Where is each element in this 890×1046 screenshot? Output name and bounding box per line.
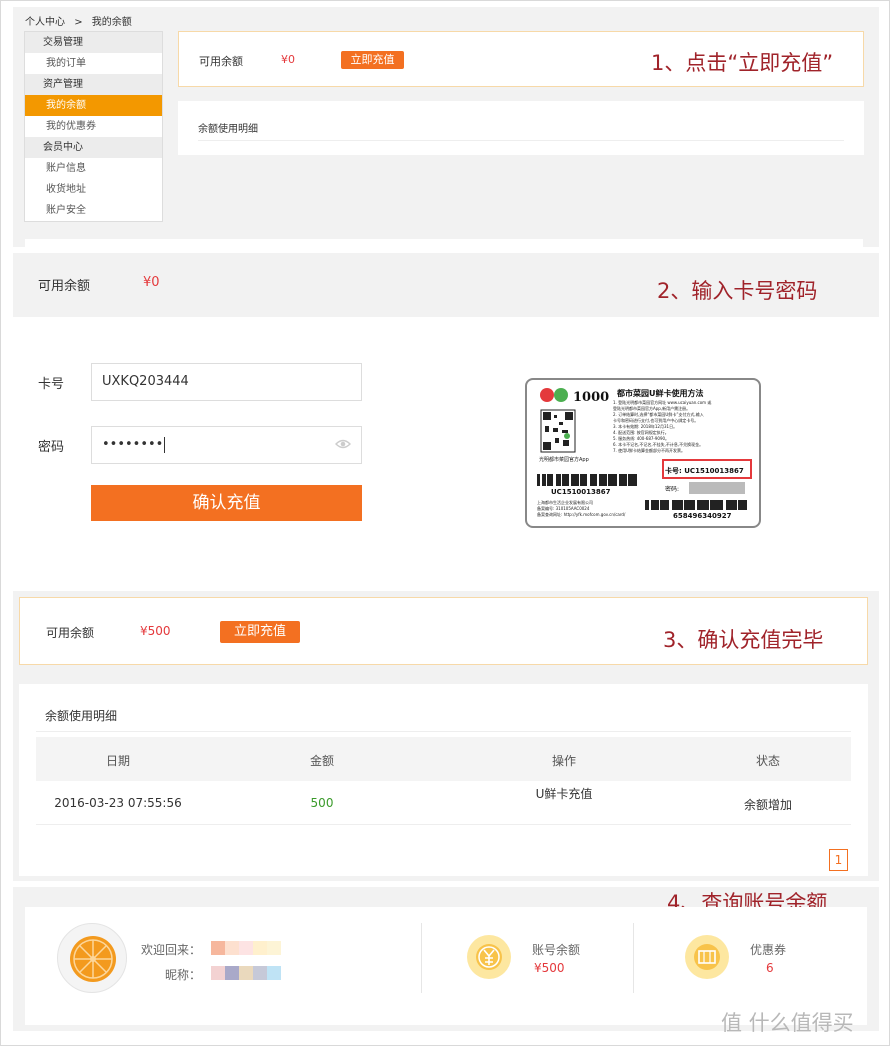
card-number-label: 卡号 [38,377,65,392]
sidebar-item-orders[interactable]: 我的订单 [25,53,162,74]
password-label: 密码 [38,440,65,455]
step-3-label: 3、确认充值完毕 [663,628,824,652]
balance-detail-box: 余额使用明细 日期 金额 操作 状态 2016-03-23 07:55:56 5… [19,684,868,876]
breadcrumb-current: 我的余额 [91,17,132,28]
watermark-logo: 值 什么值得买 [721,1011,854,1035]
card-instructions: 1. 登陆光明都市菜园官方网址 www.ucaiyuan.com 或 登陆光明都… [613,400,759,454]
balance-value: ¥500 [140,624,171,638]
account-balance-label: 账号余额 [532,943,581,957]
breadcrumb-home[interactable]: 个人中心 [25,17,65,28]
balance-value: ¥0 [281,53,295,66]
nickname-label: 昵称： [165,968,202,982]
breadcrumb: 个人中心 > 我的余额 [25,13,138,28]
balance-label: 可用余额 [199,55,243,68]
card-issuer-line: 备案查询网址: http://yfk.mofcom.gov.cn/card/ [537,512,626,517]
welcome-label: 欢迎回来： [141,943,202,957]
coupon-label: 优惠券 [750,943,787,957]
divider [36,731,851,732]
card-serial: 658496340927 [673,512,732,520]
table-row: 2016-03-23 07:55:56 500 U鲜卡充值 余额增加 [36,781,851,825]
password-input[interactable]: •••••••• [91,426,362,464]
confirm-recharge-button[interactable]: 确认充值 [91,485,362,521]
balance-detail-title: 余额使用明细 [198,124,258,135]
step-1-label: 1、点击“立即充值” [651,51,834,75]
panel-1-footer-strip [25,239,863,247]
sidebar-head-member: 会员中心 [25,137,162,158]
cell-date: 2016-03-23 07:55:56 [54,796,182,810]
card-barcode-number: UC1510013867 [551,488,611,496]
card-number-value: UXKQ203444 [102,374,189,389]
sidebar-item-coupons[interactable]: 我的优惠券 [25,116,162,137]
sidebar-item-balance[interactable]: 我的余额 [25,95,162,116]
recharge-button[interactable]: 立即充值 [220,621,300,643]
scratch-area [689,482,745,494]
sidebar: 交易管理 我的订单 资产管理 我的余额 我的优惠券 会员中心 账户信息 收货地址… [24,31,163,222]
card-number-tag: 卡号: UC1510013867 [665,466,744,476]
sidebar-head-assets: 资产管理 [25,74,162,95]
yen-coin-icon [467,935,511,979]
divider [421,923,422,993]
screenshot-frame: 个人中心 > 我的余额 交易管理 我的订单 资产管理 我的余额 我的优惠券 会员… [0,0,890,1046]
coupon-count[interactable]: 6 [766,961,774,975]
column-header-date: 日期 [105,754,130,768]
card-title: 都市菜园U鲜卡使用方法 [617,389,704,398]
orange-avatar-icon [70,936,116,982]
breadcrumb-separator: > [74,17,83,28]
cell-amount: 500 [310,796,334,810]
sidebar-item-security[interactable]: 账户安全 [25,200,162,221]
brand-logo-icon-2 [554,388,568,402]
column-header-amount: 金额 [309,754,334,768]
card-amount: 1000 [573,390,610,405]
nickname-blurred [211,965,281,980]
balance-detail-title: 余额使用明细 [45,709,118,723]
avatar [57,923,127,993]
step-2-label: 2、输入卡号密码 [657,279,818,303]
column-header-operation: 操作 [551,754,576,768]
cell-operation: U鲜卡充值 [535,787,593,801]
sidebar-head-trade: 交易管理 [25,32,162,53]
divider [633,923,634,993]
divider [198,140,844,141]
cell-status: 余额增加 [743,798,792,812]
sidebar-item-account-info[interactable]: 账户信息 [25,158,162,179]
username-blurred [211,940,281,955]
card-number-tag-label: 卡号: [665,467,682,475]
column-header-status: 状态 [755,754,780,768]
card-instruction-line: 7. 使用U鲜卡结算金额部分不再开发票。 [613,448,686,453]
qr-code-icon [540,409,576,453]
balance-label: 可用余额 [46,626,95,640]
coupon-icon [685,935,729,979]
card-number-input[interactable]: UXKQ203444 [91,363,362,401]
brand-logo-icon [540,388,554,402]
balance-detail-box: 余额使用明细 [178,101,864,155]
card-issuer: 上海都市生活企业发展有限公司 备案编号: 310105AAC0024 备案查询网… [537,500,625,518]
panel-1: 个人中心 > 我的余额 交易管理 我的订单 资产管理 我的余额 我的优惠券 会员… [13,7,879,247]
card-number-tag-value: UC1510013867 [684,467,744,475]
table-header: 日期 金额 操作 状态 [36,737,851,781]
password-value: •••••••• [102,437,164,452]
account-balance-value: ¥500 [534,961,565,975]
pagination-page-1[interactable]: 1 [829,849,848,871]
card-password-tag: 密码: [665,486,680,493]
balance-value: ¥0 [143,275,160,290]
sidebar-item-address[interactable]: 收货地址 [25,179,162,200]
gift-card-image: 1000 都市菜园U鲜卡使用方法 1. 登陆光明都市菜园官方网址 www.uca… [525,378,761,528]
card-app-label: 光明都市菜园官方App [539,457,589,463]
eye-icon[interactable] [335,438,351,450]
text-cursor [164,436,166,453]
recharge-button[interactable]: 立即充值 [341,51,404,69]
balance-label: 可用余额 [38,279,91,294]
